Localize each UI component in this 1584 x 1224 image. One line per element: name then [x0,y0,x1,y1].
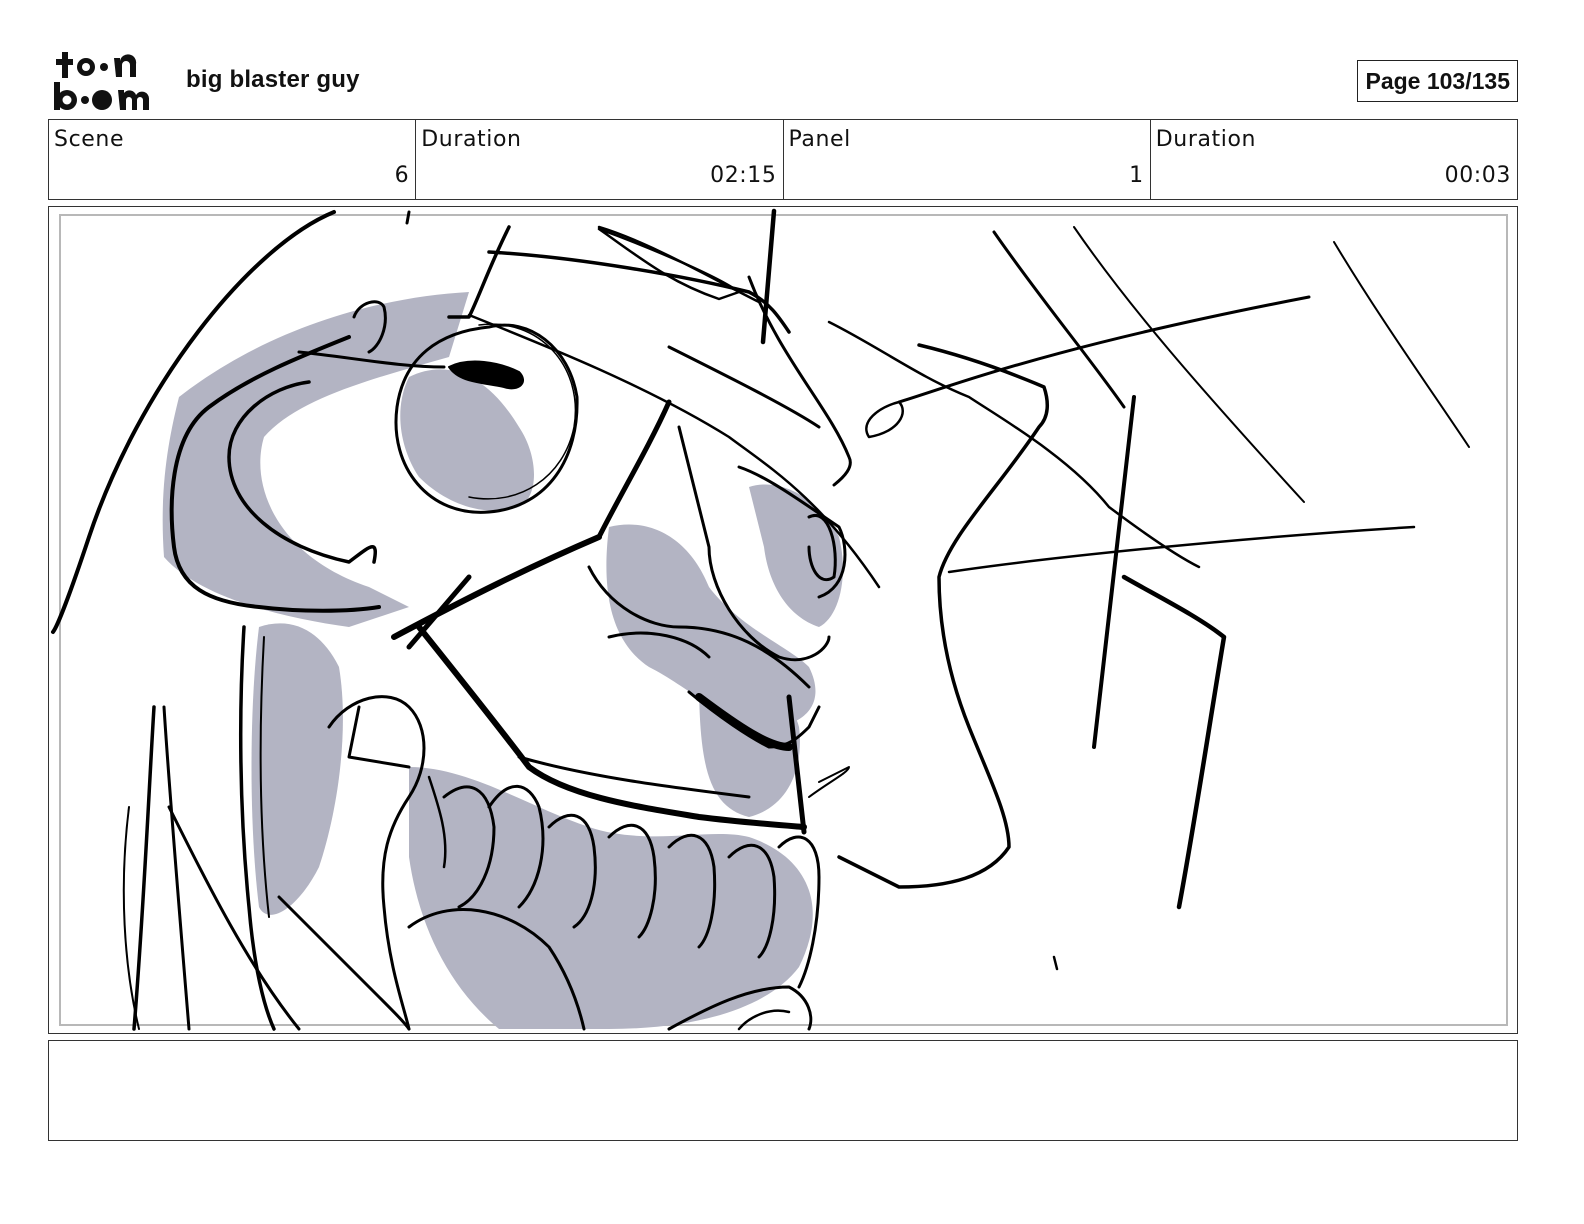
panel-notes-box [48,1040,1518,1141]
scene-label: Scene [54,127,125,152]
toon-boom-logo: toon boom [52,50,164,112]
panel-value: 1 [1129,163,1144,188]
scene-cell: Scene 6 [49,120,417,199]
panel-duration-cell: Duration 00:03 [1151,120,1517,199]
panel-duration-label: Duration [1155,127,1257,152]
project-title: big blaster guy [186,66,360,93]
scene-info-table: Scene 6 Duration 02:15 Panel 1 Duration … [48,119,1518,200]
panel-cell: Panel 1 [784,120,1151,199]
storyboard-panel [48,206,1518,1034]
panel-sketch [51,208,1470,1031]
page-indicator: Page 103/135 [1357,60,1518,102]
scene-duration-value: 02:15 [710,163,777,188]
scene-duration-cell: Duration 02:15 [416,120,784,199]
scene-duration-label: Duration [421,127,522,152]
scene-value: 6 [394,163,410,188]
panel-duration-value: 00:03 [1444,163,1511,188]
panel-label: Panel [788,127,851,152]
logo-mark [54,52,150,110]
